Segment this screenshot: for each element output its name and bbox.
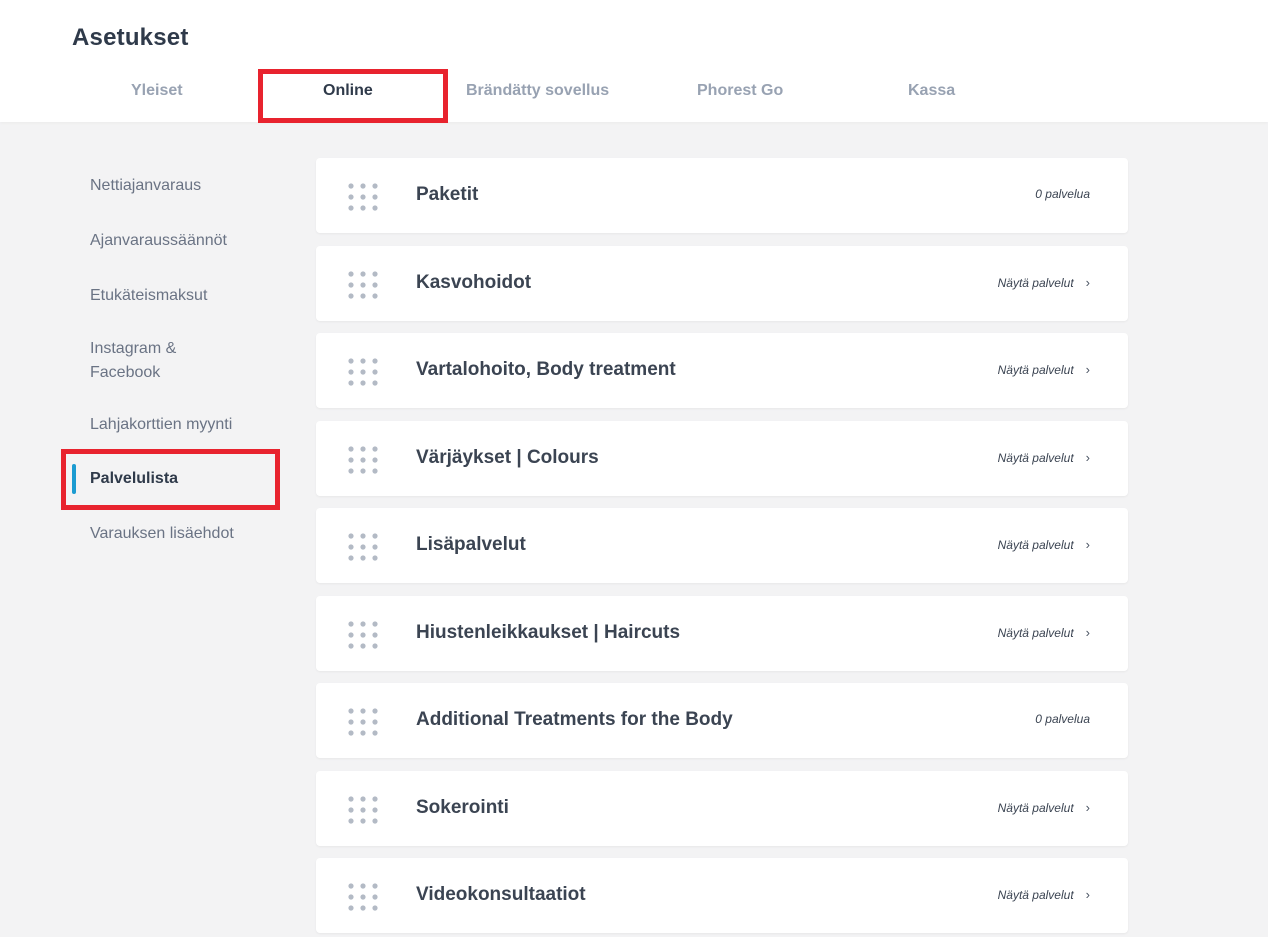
drag-handle-icon[interactable] — [346, 531, 380, 561]
category-action[interactable]: Näytä palvelut › — [998, 625, 1090, 640]
drag-handle-icon[interactable] — [346, 881, 380, 911]
drag-handle-icon[interactable] — [346, 356, 380, 386]
category-action[interactable]: Näytä palvelut › — [998, 887, 1090, 902]
tab-phorest-go[interactable]: Phorest Go — [697, 82, 783, 100]
chevron-right-icon: › — [1085, 537, 1090, 552]
chevron-right-icon: › — [1085, 799, 1090, 815]
page-title: Asetukset — [72, 24, 189, 51]
drag-handle-icon[interactable] — [346, 794, 380, 824]
category-name: Lisäpalvelut — [416, 534, 526, 555]
tab-brandatty-sovellus[interactable]: Brändätty sovellus — [466, 82, 609, 100]
category-action-label: Näytä palvelut — [997, 450, 1074, 465]
sidebar-item-label-line2: Facebook — [90, 364, 161, 381]
category-name: Sokerointi — [416, 796, 509, 818]
category-action-label: 0 palvelua — [1035, 187, 1090, 201]
tab-online[interactable]: Online — [323, 82, 373, 100]
sidebar-item-varauksen-lisaehdot[interactable]: Varauksen lisäehdot — [90, 522, 234, 546]
chevron-right-icon: › — [1085, 624, 1090, 640]
chevron-right-icon: › — [1085, 887, 1090, 902]
settings-header: Asetukset Yleiset Online Brändätty sovel… — [0, 0, 1268, 122]
sidebar-item-nettiajanvaraus[interactable]: Nettiajanvaraus — [90, 174, 201, 198]
category-name: Värjäykset | Colours — [416, 446, 599, 468]
category-action[interactable]: Näytä palvelut › — [998, 275, 1090, 290]
category-card[interactable]: Paketit 0 palvelua — [316, 158, 1128, 233]
category-action-label: Näytä palvelut — [997, 625, 1074, 640]
category-action[interactable]: Näytä palvelut › — [998, 450, 1090, 465]
category-card[interactable]: Lisäpalvelut Näytä palvelut › — [316, 508, 1128, 583]
sidebar-item-palvelulista[interactable]: Palvelulista — [90, 467, 178, 491]
category-action-label: Näytä palvelut — [997, 275, 1074, 290]
category-card[interactable]: Sokerointi Näytä palvelut › — [316, 770, 1128, 846]
chevron-right-icon: › — [1085, 274, 1090, 290]
category-action[interactable]: Näytä palvelut › — [998, 537, 1090, 552]
chevron-right-icon: › — [1085, 362, 1090, 377]
sidebar-item-lahjakorttien-myynti[interactable]: Lahjakorttien myynti — [90, 413, 232, 437]
category-action[interactable]: Näytä palvelut › — [998, 800, 1090, 815]
sidebar-item-label-line1: Instagram & — [90, 340, 177, 357]
chevron-right-icon: › — [1085, 449, 1090, 465]
category-action-label: Näytä palvelut — [997, 538, 1074, 552]
category-card[interactable]: Videokonsultaatiot Näytä palvelut › — [316, 858, 1128, 933]
category-name: Kasvohoidot — [416, 271, 532, 293]
category-action: 0 palvelua — [1035, 187, 1090, 201]
category-card[interactable]: Hiustenleikkaukset | Haircuts Näytä palve… — [316, 595, 1128, 671]
tab-kassa[interactable]: Kassa — [908, 82, 955, 100]
category-card[interactable]: Vartalohoito, Body treatment Näytä palvel… — [316, 333, 1128, 408]
category-name: Vartalohoito, Body treatment — [416, 359, 676, 380]
category-name: Paketit — [416, 184, 479, 205]
tab-yleiset[interactable]: Yleiset — [131, 82, 183, 100]
category-card[interactable]: Värjäykset | Colours Näytä palvelut › — [316, 420, 1128, 496]
category-action: 0 palvelua — [1035, 712, 1090, 726]
drag-handle-icon[interactable] — [346, 706, 380, 736]
drag-handle-icon[interactable] — [346, 269, 380, 299]
drag-handle-icon[interactable] — [346, 444, 380, 474]
category-name: Additional Treatments for the Body — [416, 709, 733, 730]
category-name: Videokonsultaatiot — [416, 884, 586, 905]
category-action-label: 0 palvelua — [1035, 712, 1090, 726]
drag-handle-icon[interactable] — [346, 619, 380, 649]
sidebar-active-indicator — [72, 464, 76, 494]
category-action[interactable]: Näytä palvelut › — [998, 362, 1090, 377]
category-card[interactable]: Kasvohoidot Näytä palvelut › — [316, 245, 1128, 321]
drag-handle-icon[interactable] — [346, 181, 380, 211]
category-name: Hiustenleikkaukset | Haircuts — [416, 621, 681, 643]
category-card[interactable]: Additional Treatments for the Body 0 palv… — [316, 683, 1128, 758]
category-action-label: Näytä palvelut — [997, 363, 1074, 377]
sidebar-item-ajanvaraussaannot[interactable]: Ajanvaraussäännöt — [90, 229, 227, 253]
category-action-label: Näytä palvelut — [997, 800, 1074, 815]
sidebar-item-instagram-facebook[interactable]: Instagram & Facebook — [90, 337, 176, 385]
sidebar-item-etukateismaksut[interactable]: Etukäteismaksut — [90, 284, 207, 308]
category-action-label: Näytä palvelut — [997, 888, 1074, 902]
